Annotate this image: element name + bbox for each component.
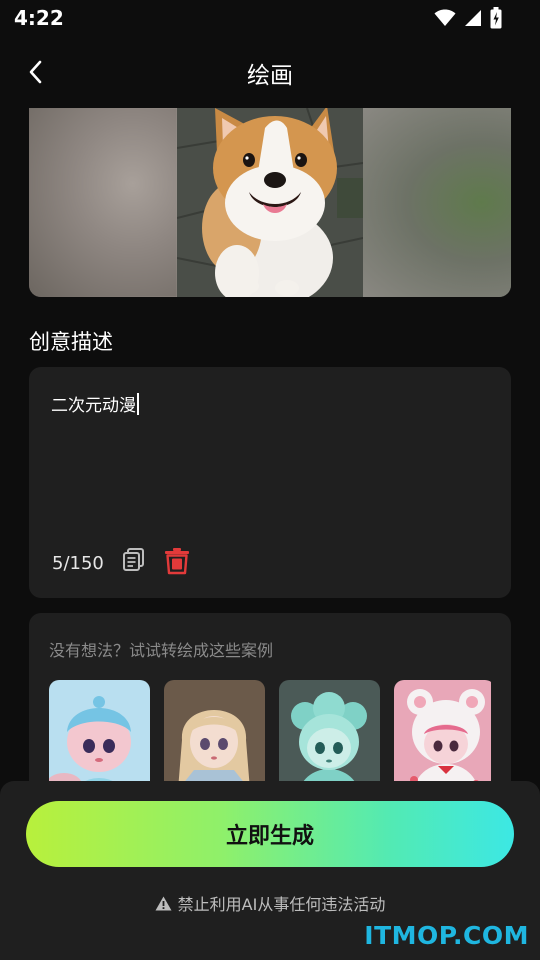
header: 绘画 [0,44,540,100]
trash-icon [165,548,189,575]
status-bar: 4:22 [0,0,540,36]
dog-photo [177,108,363,297]
status-icons [434,7,502,29]
status-time: 4:22 [14,6,64,30]
prompt-input-card[interactable]: 二次元动漫 5/150 [29,367,511,598]
watermark: ITMOP.COM [364,921,529,950]
blurred-background-right [363,108,511,297]
generate-button-label: 立即生成 [225,824,314,849]
character-count: 5/150 [52,553,104,574]
source-image-preview[interactable] [29,108,511,297]
clear-button[interactable] [164,547,190,575]
blurred-background-left [29,108,177,297]
disclaimer-text: 禁止利用AI从事任何违法活动 [177,895,386,914]
warning-icon [155,896,172,910]
signal-icon [465,10,481,26]
page-title: 绘画 [247,63,293,89]
examples-hint: 没有想法？试试转绘成这些案例 [49,641,274,660]
prompt-text-value: 二次元动漫 [51,396,136,416]
generate-button[interactable]: 立即生成 [26,801,514,867]
text-caret [137,392,139,415]
copy-icon [123,548,144,571]
wifi-icon [434,9,456,26]
battery-icon [490,7,502,29]
section-title-description: 创意描述 [29,330,113,354]
prompt-textarea[interactable]: 二次元动漫 [51,391,139,416]
copy-button[interactable] [121,547,147,573]
disclaimer: 禁止利用AI从事任何违法活动 [0,891,540,915]
